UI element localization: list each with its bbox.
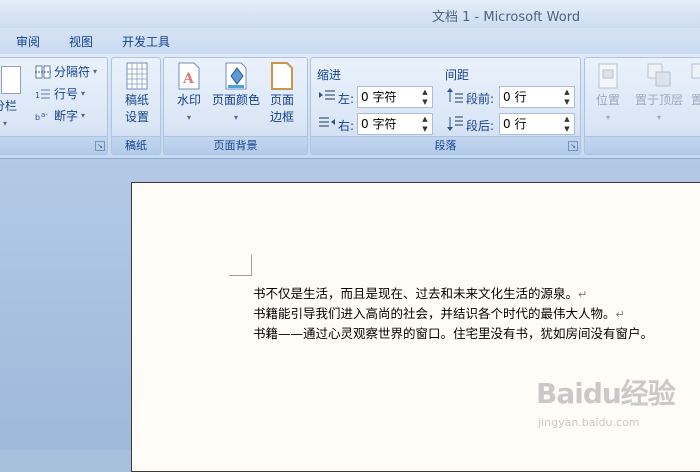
draft-settings-label-1: 稿纸 <box>124 93 149 107</box>
bring-to-front-label: 置于顶层 <box>634 93 683 107</box>
group-label-arrange <box>585 136 700 154</box>
dialog-launcher-icon[interactable]: ↘ <box>95 141 105 151</box>
tab-review[interactable]: 审阅 <box>16 33 40 50</box>
watermark-icon: A <box>176 62 202 90</box>
chevron-down-icon: ▾ <box>81 89 86 98</box>
baidu-watermark-url: jingyan.baidu.com <box>538 416 640 429</box>
hyphenation-button[interactable]: b a- 断字 ▾ <box>35 106 85 126</box>
group-label-paragraph: 段落 <box>311 136 580 154</box>
indent-left-label: 左: <box>338 92 355 106</box>
breaks-label: 分隔符 <box>54 65 91 79</box>
watermark-label: 水印 <box>176 93 201 107</box>
chevron-down-icon: ▾ <box>656 113 661 122</box>
document-line-text: 书籍能引导我们进入高尚的社会，并结识各个时代的最伟大人物。 <box>253 306 616 321</box>
tab-developer[interactable]: 开发工具 <box>122 33 170 50</box>
group-paragraph: 缩进 间距 左: 0 字符 ▲ ▼ 右: 0 字符 ▲ ▼ 段前: 0 行 ▲ ▼ 段… <box>310 57 581 155</box>
columns-label: 分栏 <box>0 99 17 113</box>
indent-right-value: 0 字符 <box>361 117 397 131</box>
spinner-icon[interactable]: ▲ ▼ <box>418 87 432 107</box>
hyphenation-label: 断字 <box>54 109 79 123</box>
page-borders-label-1: 页面 <box>269 93 294 107</box>
svg-text:a-: a- <box>41 111 48 119</box>
spacing-before-input[interactable]: 0 行 ▲ ▼ <box>499 86 575 108</box>
group-label-page-setup <box>0 136 107 154</box>
watermark-button[interactable]: A 水印 ▾ <box>164 58 214 126</box>
spacing-before-icon <box>447 88 463 103</box>
breaks-button[interactable]: 分隔符 ▾ <box>35 62 97 82</box>
group-draft-paper: 稿纸 设置 稿纸 <box>111 57 161 155</box>
columns-icon <box>1 66 21 94</box>
draft-settings-label-2: 设置 <box>124 110 149 124</box>
chevron-down-icon: ▾ <box>605 113 610 122</box>
group-page-background: A 水印 ▾ 页面颜色 ▾ 页面 边框 页面背景 <box>163 57 308 155</box>
indent-left-input[interactable]: 0 字符 ▲ ▼ <box>357 86 433 108</box>
chevron-down-icon: ▾ <box>2 119 7 128</box>
document-line-text: 书籍——通过心灵观察世界的窗口。住宅里没有书，犹如房间没有窗户。 <box>253 326 654 341</box>
chevron-down-icon: ▾ <box>186 113 191 122</box>
bring-to-front-button[interactable]: 置于顶层 ▾ <box>629 58 689 126</box>
spacing-title: 间距 <box>445 68 470 82</box>
svg-text:A: A <box>182 71 195 87</box>
paragraph-mark-icon: ↵ <box>578 288 588 301</box>
page-borders-icon <box>269 62 295 90</box>
bring-to-front-icon <box>646 62 672 90</box>
dialog-launcher-icon[interactable]: ↘ <box>568 141 578 151</box>
draft-paper-icon <box>124 62 150 90</box>
document-line-2[interactable]: 书籍能引导我们进入高尚的社会，并结识各个时代的最伟大人物。↵ <box>253 303 625 322</box>
position-button[interactable]: 位置 ▾ <box>585 58 631 126</box>
spacing-after-input[interactable]: 0 行 ▲ ▼ <box>499 113 575 135</box>
spacing-before-label: 段前: <box>466 92 495 106</box>
title-bar: 文档 1 - Microsoft Word <box>0 0 700 28</box>
breaks-icon <box>35 65 51 79</box>
send-to-back-button[interactable]: 置 <box>683 58 700 109</box>
spinner-icon[interactable]: ▲ ▼ <box>560 87 574 107</box>
page-color-button[interactable]: 页面颜色 ▾ <box>210 58 262 126</box>
draft-settings-button[interactable]: 稿纸 设置 <box>112 58 162 126</box>
line-numbers-icon: 1 <box>35 89 50 100</box>
ribbon: 分栏 ▾ 分隔符 ▾ 1 行号 ▾ ba- 断字 ▾ ↘ 稿纸 设置 稿 <box>0 54 700 159</box>
document-line-1[interactable]: 书不仅是生活，而且是现在、过去和未来文化生活的源泉。↵ <box>253 283 587 302</box>
group-label-draft-paper: 稿纸 <box>112 136 160 154</box>
svg-text:1: 1 <box>35 91 40 100</box>
indent-right-icon <box>319 117 335 127</box>
line-numbers-button[interactable]: 1 行号 ▾ <box>35 84 85 104</box>
indent-right-label: 右: <box>338 119 355 133</box>
indent-left-icon <box>319 90 335 100</box>
page-borders-label-2: 边框 <box>269 110 294 124</box>
hyphenation-icon: b a- <box>35 111 48 122</box>
svg-text:b: b <box>35 113 40 122</box>
spinner-icon[interactable]: ▲ ▼ <box>418 114 432 134</box>
page-borders-button[interactable]: 页面 边框 <box>260 58 304 126</box>
baidu-watermark-logo: Baidu经验 <box>536 377 676 410</box>
page-color-label: 页面颜色 <box>211 93 260 107</box>
indent-title: 缩进 <box>317 68 342 82</box>
spacing-after-icon <box>447 116 463 131</box>
indent-left-value: 0 字符 <box>361 90 397 104</box>
indent-right-input[interactable]: 0 字符 ▲ ▼ <box>357 113 433 135</box>
tab-view[interactable]: 视图 <box>69 33 93 50</box>
window-title: 文档 1 - Microsoft Word <box>432 10 581 25</box>
columns-button[interactable]: 分栏 ▾ <box>0 98 25 132</box>
spacing-after-value: 0 行 <box>503 117 527 131</box>
margin-corner-mark <box>229 255 252 276</box>
chevron-down-icon: ▾ <box>93 67 98 76</box>
group-arrange: 位置 ▾ 置于顶层 ▾ 置 <box>584 57 700 155</box>
position-label: 位置 <box>595 93 620 107</box>
ribbon-tabs: 审阅 视图 开发工具 <box>0 28 700 54</box>
spacing-before-value: 0 行 <box>503 90 527 104</box>
group-page-setup: 分栏 ▾ 分隔符 ▾ 1 行号 ▾ ba- 断字 ▾ ↘ <box>0 57 108 155</box>
send-to-back-icon <box>688 62 700 90</box>
spacing-after-label: 段后: <box>466 119 495 133</box>
document-line-text: 书不仅是生活，而且是现在、过去和未来文化生活的源泉。 <box>253 286 579 301</box>
paragraph-mark-icon: ↵ <box>615 308 625 321</box>
chevron-down-icon: ▾ <box>81 111 86 120</box>
line-numbers-label: 行号 <box>54 87 79 101</box>
group-label-page-background: 页面背景 <box>164 136 307 154</box>
document-line-3[interactable]: 书籍——通过心灵观察世界的窗口。住宅里没有书，犹如房间没有窗户。 <box>253 323 653 342</box>
send-to-back-label: 置 <box>690 93 700 107</box>
chevron-down-icon: ▾ <box>233 113 238 122</box>
position-icon <box>595 62 621 90</box>
page-color-icon <box>223 62 249 90</box>
spinner-icon[interactable]: ▲ ▼ <box>560 114 574 134</box>
